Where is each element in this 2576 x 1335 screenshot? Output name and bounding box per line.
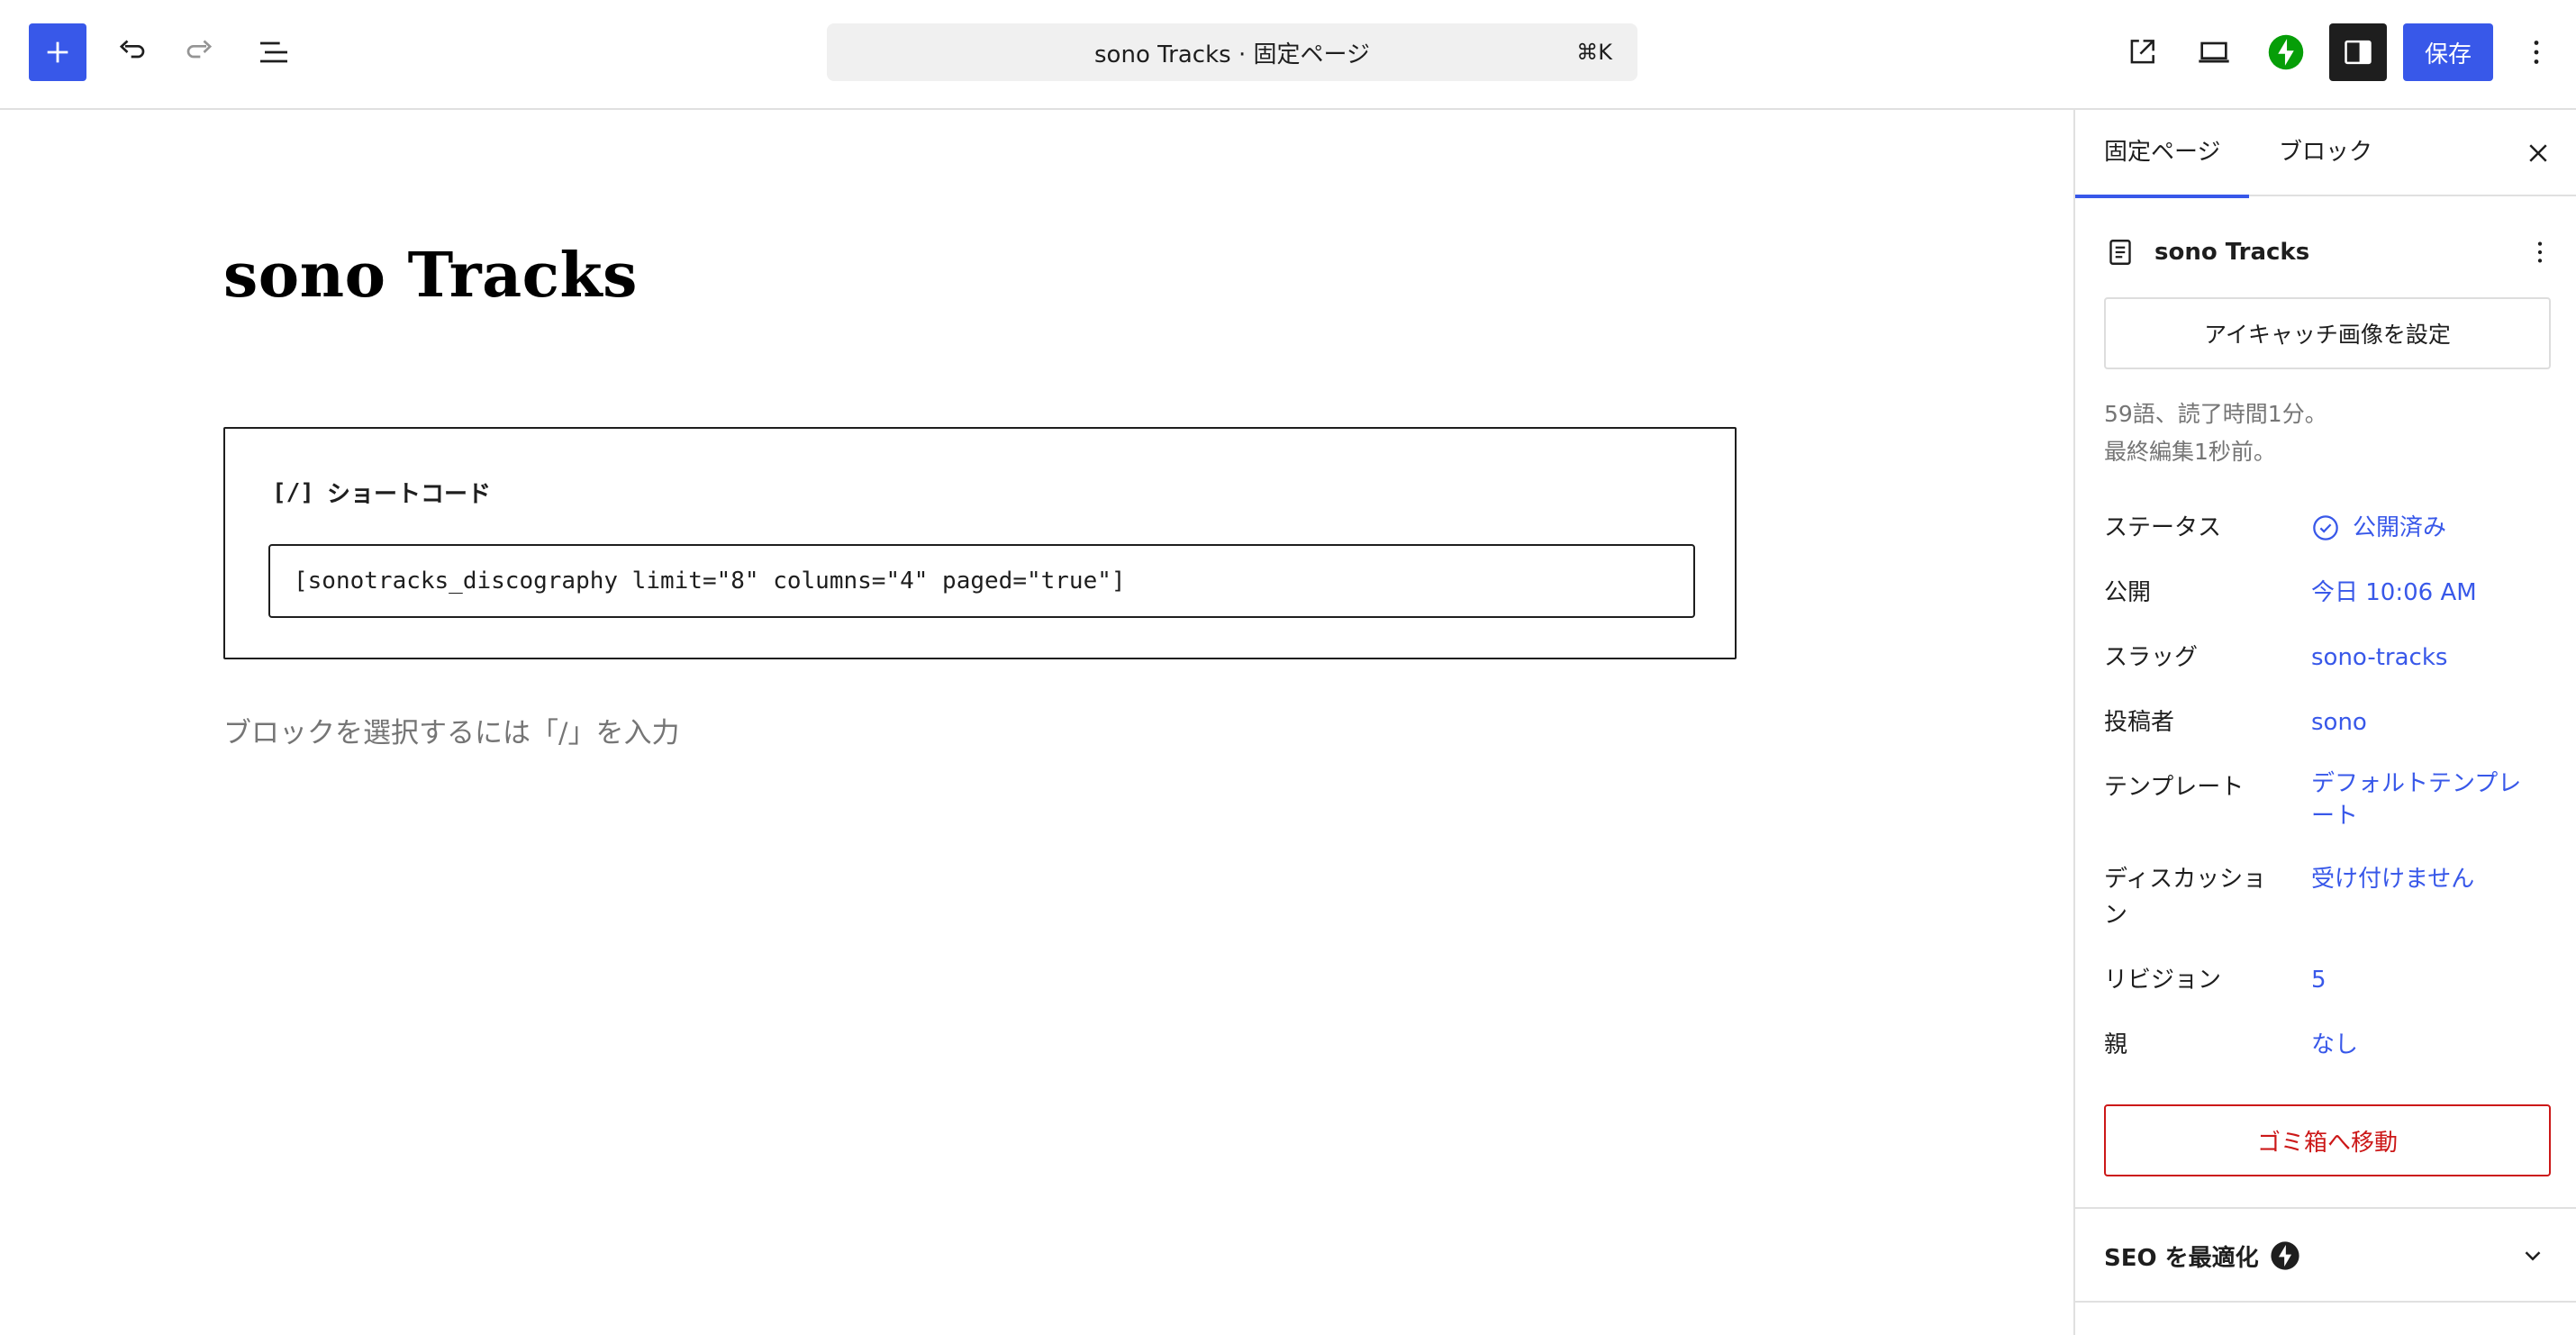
discussion-value[interactable]: 受け付けません: [2311, 863, 2554, 895]
undo-icon: [119, 40, 145, 59]
status-label: ステータス: [2104, 514, 2222, 541]
status-value-text: 公開済み: [2353, 514, 2447, 541]
plus-icon: [47, 41, 68, 63]
page-icon: [2109, 240, 2131, 265]
tab-page[interactable]: 固定ページ: [2075, 110, 2250, 198]
slug-label: スラッグ: [2104, 644, 2199, 671]
document-title-label: sono Tracks: [2154, 239, 2310, 266]
author-label: 投稿者: [2104, 709, 2175, 736]
external-link-icon: [2130, 40, 2154, 64]
more-vertical-icon: [2537, 241, 2543, 263]
template-label: テンプレート: [2104, 774, 2245, 801]
jetpack-button[interactable]: [2257, 23, 2315, 81]
document-actions-button[interactable]: [2518, 225, 2562, 279]
move-to-trash-button[interactable]: ゴミ箱へ移動: [2104, 1104, 2551, 1176]
discussion-label: ディスカッション: [2104, 866, 2267, 929]
editor-canvas: sono Tracks [/] ショートコード [sonotracks_disc…: [0, 112, 2073, 1335]
close-sidebar-button[interactable]: [2509, 124, 2567, 182]
list-view-icon: [260, 41, 287, 63]
command-palette-bar[interactable]: sono Tracks · 固定ページ ⌘K: [827, 23, 1637, 81]
redo-button[interactable]: [173, 23, 231, 81]
template-value[interactable]: デフォルトテンプレート: [2311, 767, 2536, 832]
jetpack-bolt-icon: [2270, 1240, 2300, 1271]
parent-value[interactable]: なし: [2311, 1029, 2554, 1061]
block-appender-placeholder[interactable]: ブロックを選択するには「/」を入力: [223, 710, 679, 750]
options-menu-button[interactable]: [2508, 23, 2565, 81]
shortcode-block-label: [/] ショートコード: [272, 476, 491, 509]
desktop-preview-icon: [2199, 41, 2229, 63]
revisions-value[interactable]: 5: [2311, 964, 2554, 996]
shortcode-label-text: ショートコード: [326, 481, 491, 508]
view-page-button[interactable]: [2113, 23, 2171, 81]
publish-label: 公開: [2104, 579, 2152, 606]
keyboard-shortcut: ⌘K: [1576, 40, 1612, 65]
sidebar-tabs: 固定ページ ブロック: [2075, 110, 2576, 198]
document-summary: sono Tracks: [2104, 225, 2554, 279]
parent-label: 親: [2104, 1031, 2128, 1058]
post-title[interactable]: sono Tracks: [223, 240, 638, 312]
close-icon: [2529, 144, 2547, 162]
shortcode-block[interactable]: [/] ショートコード [sonotracks_discography limi…: [223, 427, 1737, 659]
revisions-label: リビジョン: [2104, 967, 2222, 994]
more-vertical-icon: [2534, 41, 2539, 64]
save-button[interactable]: 保存: [2403, 23, 2493, 81]
undo-button[interactable]: [101, 23, 159, 81]
author-value[interactable]: sono: [2311, 706, 2554, 739]
document-title: sono Tracks · 固定ページ: [1094, 41, 1370, 68]
settings-sidebar: 固定ページ ブロック sono Tracks アイキャッチ画像を設定 59語、読…: [2073, 110, 2576, 1335]
set-featured-image-button[interactable]: アイキャッチ画像を設定: [2104, 297, 2551, 369]
shortcode-icon: [/]: [272, 478, 314, 506]
chevron-down-icon: [2508, 1231, 2558, 1281]
redo-icon: [186, 40, 213, 59]
slug-value[interactable]: sono-tracks: [2311, 641, 2554, 674]
published-check-icon: [2311, 513, 2340, 542]
tab-block[interactable]: ブロック: [2250, 110, 2401, 196]
preview-button[interactable]: [2185, 23, 2243, 81]
last-edited-text: 最終編集1秒前。: [2104, 439, 2276, 465]
shortcode-input[interactable]: [sonotracks_discography limit="8" column…: [268, 544, 1695, 618]
settings-sidebar-toggle[interactable]: [2329, 23, 2387, 81]
publish-date-value[interactable]: 今日 10:06 AM: [2311, 577, 2554, 609]
document-overview-button[interactable]: [245, 23, 303, 81]
status-value[interactable]: 公開済み: [2311, 512, 2554, 544]
sidebar-toggle-icon: [2345, 40, 2372, 65]
jetpack-bolt-icon: [2268, 34, 2304, 70]
seo-panel-title-text: SEO を最適化: [2104, 1244, 2259, 1272]
editor-toolbar: sono Tracks · 固定ページ ⌘K 保存: [0, 0, 2576, 110]
add-block-button[interactable]: [29, 23, 86, 81]
seo-panel-title: SEO を最適化: [2104, 1209, 2300, 1303]
seo-panel-toggle[interactable]: SEO を最適化: [2075, 1207, 2576, 1303]
word-count-text: 59語、読了時間1分。: [2104, 401, 2327, 427]
